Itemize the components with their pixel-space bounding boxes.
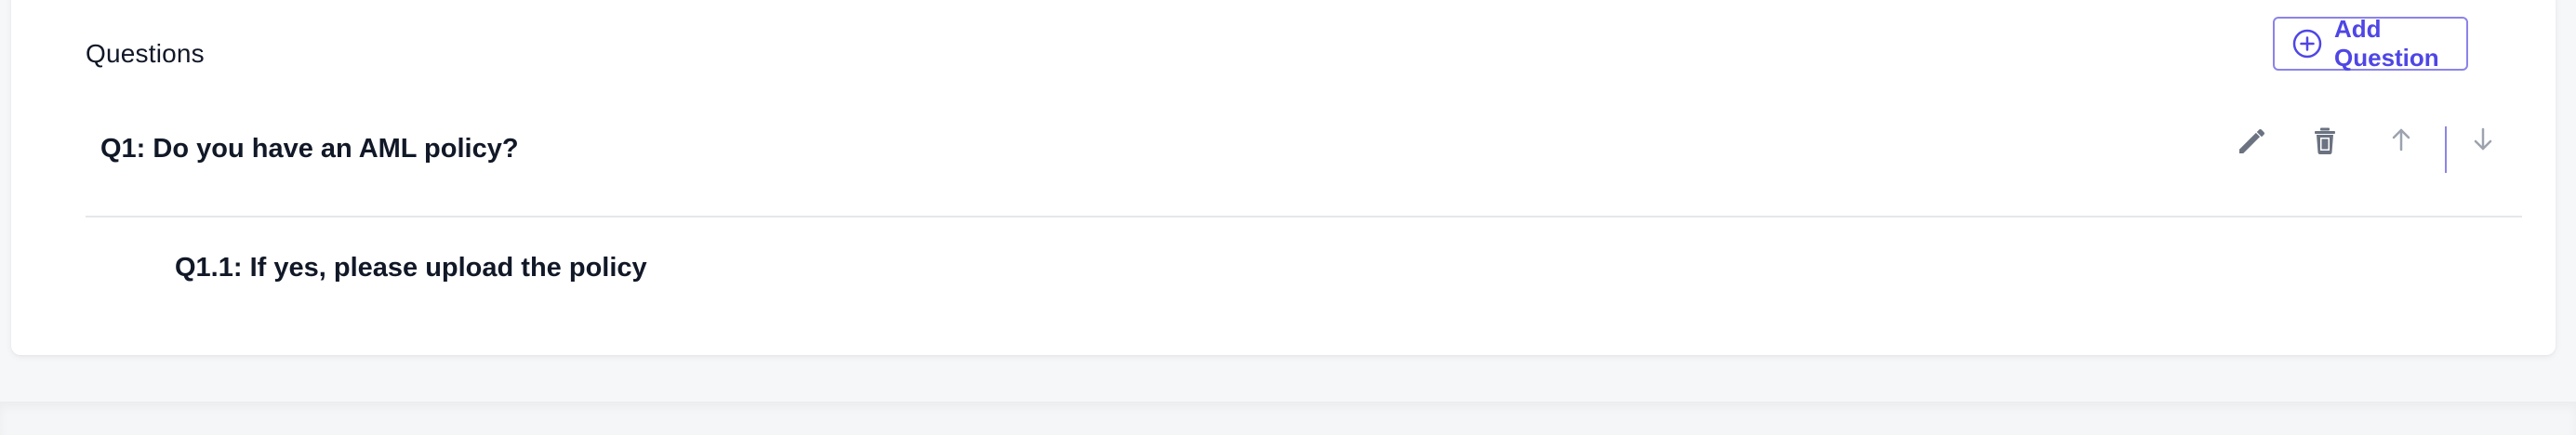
question-divider <box>86 216 2522 218</box>
action-separator <box>2445 126 2447 173</box>
questions-card: Questions Add Question Q1: Do you have a… <box>11 0 2556 355</box>
arrow-down-icon[interactable] <box>2461 117 2505 162</box>
add-question-label: Add Question <box>2334 15 2439 72</box>
question-label: Q1: Do you have an AML policy? <box>100 134 519 164</box>
pencil-icon[interactable] <box>2228 117 2273 162</box>
subquestion-label: Q1.1: If yes, please upload the policy <box>175 253 647 283</box>
trash-icon[interactable] <box>2303 117 2347 162</box>
page-footer-band <box>0 402 2576 435</box>
add-question-button[interactable]: Add Question <box>2273 15 2468 72</box>
plus-circle-icon <box>2291 28 2323 59</box>
questions-title: Questions <box>86 39 205 68</box>
arrow-up-icon[interactable] <box>2379 117 2423 162</box>
question-row: Q1: Do you have an AML policy? <box>86 113 2522 216</box>
